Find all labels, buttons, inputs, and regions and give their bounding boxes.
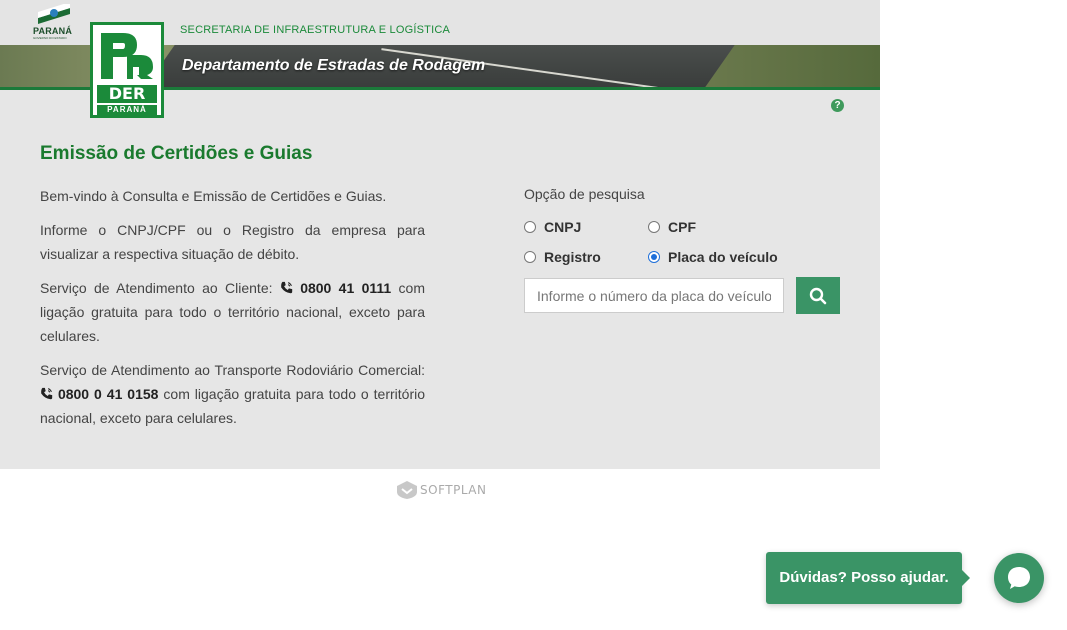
- transport-service-text: Serviço de Atendimento ao Transporte Rod…: [40, 362, 426, 426]
- radio-cpf[interactable]: CPF: [648, 219, 696, 235]
- customer-service-phone: 0800 41 0111: [300, 280, 392, 296]
- softplan-mark-icon: [397, 481, 417, 499]
- search-input[interactable]: [524, 278, 784, 313]
- radio-registro[interactable]: Registro: [524, 249, 601, 265]
- radio-cnpj-control[interactable]: [524, 221, 536, 233]
- radio-placa[interactable]: Placa do veículo: [648, 249, 778, 265]
- search-button[interactable]: [796, 277, 840, 314]
- welcome-text: Bem-vindo à Consulta e Emissão de Certid…: [40, 188, 387, 204]
- parana-flag-icon[interactable]: [36, 4, 72, 24]
- der-mark-icon: [101, 33, 153, 79]
- departamento-title: Departamento de Estradas de Rodagem: [182, 57, 486, 74]
- phone-icon: [41, 387, 53, 400]
- der-logo-text: DER: [97, 85, 157, 103]
- der-logo-state: PARANÁ: [97, 105, 157, 115]
- transport-service-phone: 0800 0 41 0158: [57, 386, 159, 402]
- search-option-label: Opção de pesquisa: [524, 186, 645, 202]
- intro-text: Bem-vindo à Consulta e Emissão de Certid…: [40, 184, 425, 440]
- radio-placa-control[interactable]: [648, 251, 660, 263]
- question-icon[interactable]: ?: [831, 99, 844, 112]
- search-icon: [809, 287, 827, 305]
- parana-logo-sub: GOVERNO DO ESTADO: [33, 36, 67, 40]
- phone-icon: [280, 281, 293, 294]
- radio-cpf-control[interactable]: [648, 221, 660, 233]
- chat-icon: [1008, 567, 1030, 589]
- inform-text: Informe o CNPJ/CPF ou o Registro da empr…: [40, 222, 425, 262]
- chat-help-bubble[interactable]: Dúvidas? Posso ajudar.: [766, 552, 970, 604]
- parana-logo-text[interactable]: PARANÁ: [33, 26, 72, 36]
- customer-service-text: Serviço de Atendimento ao Cliente: 0800 …: [40, 280, 425, 344]
- radio-registro-control[interactable]: [524, 251, 536, 263]
- chat-button[interactable]: [994, 553, 1044, 603]
- secretaria-title: SECRETARIA DE INFRAESTRUTURA E LOGÍSTICA: [180, 24, 451, 36]
- der-logo[interactable]: DER PARANÁ: [90, 22, 164, 118]
- header: PARANÁ GOVERNO DO ESTADO DER PARANÁ SECR…: [0, 0, 880, 118]
- radio-cnpj[interactable]: CNPJ: [524, 219, 581, 235]
- page-title: Emissão de Certidões e Guias: [40, 143, 313, 164]
- softplan-logo[interactable]: SOFTPLAN: [396, 480, 486, 500]
- softplan-text: SOFTPLAN: [420, 483, 487, 497]
